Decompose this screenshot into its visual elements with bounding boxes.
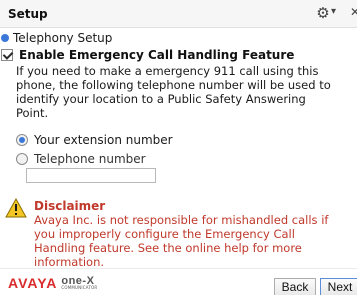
back-button[interactable]: Back: [274, 278, 316, 295]
close-icon[interactable]: ✕: [350, 5, 357, 19]
chevron-down-icon[interactable]: ▾: [331, 6, 336, 17]
section-header: Telephony Setup: [0, 30, 112, 46]
gear-icon[interactable]: ⚙: [314, 4, 332, 22]
telephone-number-field[interactable]: [26, 168, 156, 183]
warning-icon: [5, 198, 27, 218]
radio-extension-row[interactable]: Your extension number: [16, 132, 173, 148]
window-title: Setup: [8, 7, 48, 21]
radio-telephone-label: Telephone number: [34, 152, 146, 166]
bullet-icon: [1, 34, 9, 42]
onex-logo-subtext: COMMUNICATOR: [61, 284, 98, 290]
enable-emergency-label: Enable Emergency Call Handling Feature: [19, 48, 295, 62]
title-bar: Setup ⚙ ▾ ✕: [0, 0, 357, 28]
onex-logo-text: one-X: [61, 274, 95, 287]
footer: AVAYA one-X COMMUNICATOR Back Next: [0, 268, 357, 295]
radio-extension[interactable]: [16, 134, 28, 146]
avaya-logo: AVAYA: [8, 275, 58, 291]
description-text: If you need to make a emergency 911 call…: [16, 64, 331, 120]
radio-extension-label: Your extension number: [34, 133, 173, 147]
disclaimer-text: Avaya Inc. is not responsible for mishan…: [34, 213, 329, 269]
radio-telephone-row[interactable]: Telephone number: [16, 151, 146, 167]
enable-emergency-checkbox-row[interactable]: Enable Emergency Call Handling Feature: [0, 47, 294, 63]
radio-telephone[interactable]: [16, 153, 28, 165]
disclaimer-title: Disclaimer: [34, 199, 106, 213]
enable-emergency-checkbox[interactable]: [1, 49, 13, 61]
setup-window: Setup ⚙ ▾ ✕ Telephony Setup Enable Emerg…: [0, 0, 357, 295]
next-button[interactable]: Next: [320, 278, 357, 295]
section-title: Telephony Setup: [13, 31, 113, 45]
onex-logo: one-X COMMUNICATOR: [61, 274, 98, 290]
brand-logo: AVAYA one-X COMMUNICATOR: [8, 275, 97, 291]
